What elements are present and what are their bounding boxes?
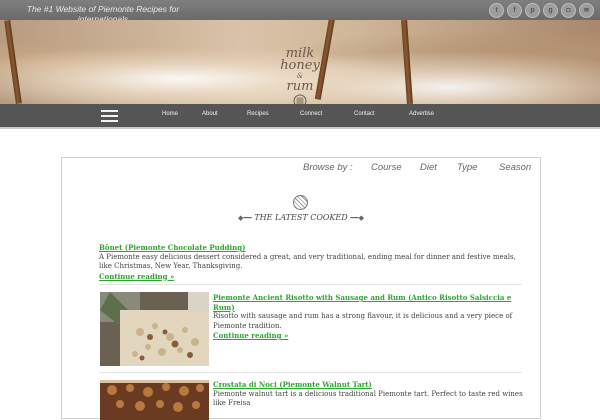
post-item: Bônet (Piemonte Chocolate Pudding) A Pie…	[99, 243, 521, 281]
browse-diet[interactable]: Diet	[420, 162, 437, 174]
logo-line: rum	[286, 79, 314, 94]
content-panel: Browse by : Course Diet Type Season ◆━━ …	[61, 157, 541, 420]
hamburger-menu-icon[interactable]	[101, 110, 118, 122]
browse-course[interactable]: Course	[371, 162, 402, 174]
logo-line: honey	[280, 58, 320, 73]
social-links: t f p g ◘ ≋	[489, 3, 594, 18]
post-thumbnail[interactable]	[100, 292, 209, 366]
continue-reading-link[interactable]: Continue reading »	[213, 331, 523, 341]
ornament-right-icon: ━━◆	[350, 214, 365, 222]
main-nav: Home About Recipes Connect Contact Adver…	[0, 104, 600, 129]
divider	[99, 284, 522, 285]
post-excerpt: A Piemonte easy delicious dessert consid…	[99, 252, 516, 271]
browse-label: Browse by :	[303, 162, 353, 173]
section-heading: ◆━━ THE LATEST COOKED ━━◆	[62, 213, 540, 222]
nav-about[interactable]: About	[202, 111, 218, 117]
site-logo[interactable]: milk honey & rum	[268, 47, 332, 104]
nav-connect[interactable]: Connect	[300, 111, 322, 117]
nav-contact[interactable]: Contact	[354, 111, 375, 117]
post-title[interactable]: Bônet (Piemonte Chocolate Pudding)	[99, 243, 521, 253]
medal-icon	[293, 195, 308, 210]
post-excerpt: Risotto with sausage and rum has a stron…	[213, 312, 513, 330]
decorative-stick	[4, 20, 22, 104]
divider	[99, 372, 522, 373]
pinterest-icon[interactable]: p	[525, 3, 540, 18]
post-thumbnail[interactable]	[100, 380, 209, 420]
facebook-icon[interactable]: f	[507, 3, 522, 18]
rss-icon[interactable]: ≋	[579, 3, 594, 18]
instagram-icon[interactable]: ◘	[561, 3, 576, 18]
top-bar: The #1 Website of Piemonte Recipes for i…	[0, 0, 600, 24]
google-plus-icon[interactable]: g	[543, 3, 558, 18]
section-title: THE LATEST COOKED	[254, 213, 348, 222]
browse-season[interactable]: Season	[499, 162, 531, 174]
nav-home[interactable]: Home	[162, 111, 178, 117]
post-item: Crostata di Noci (Piemonte Walnut Tart) …	[213, 380, 523, 409]
twitter-icon[interactable]: t	[489, 3, 504, 18]
nav-advertise[interactable]: Advertise	[409, 111, 434, 117]
post-title[interactable]: Piemonte Ancient Risotto with Sausage an…	[213, 293, 523, 312]
post-excerpt: Piemonte walnut tart is a delicious trad…	[213, 389, 523, 408]
ornament-left-icon: ◆━━	[237, 214, 252, 222]
browse-type[interactable]: Type	[457, 162, 477, 174]
continue-reading-link[interactable]: Continue reading »	[99, 272, 521, 282]
decorative-stick	[401, 20, 413, 104]
hero-banner: milk honey & rum	[0, 20, 600, 104]
nav-recipes[interactable]: Recipes	[247, 111, 269, 117]
post-title[interactable]: Crostata di Noci (Piemonte Walnut Tart)	[213, 380, 523, 390]
logo-emblem-icon	[293, 94, 307, 104]
post-item: Piemonte Ancient Risotto with Sausage an…	[213, 293, 523, 341]
